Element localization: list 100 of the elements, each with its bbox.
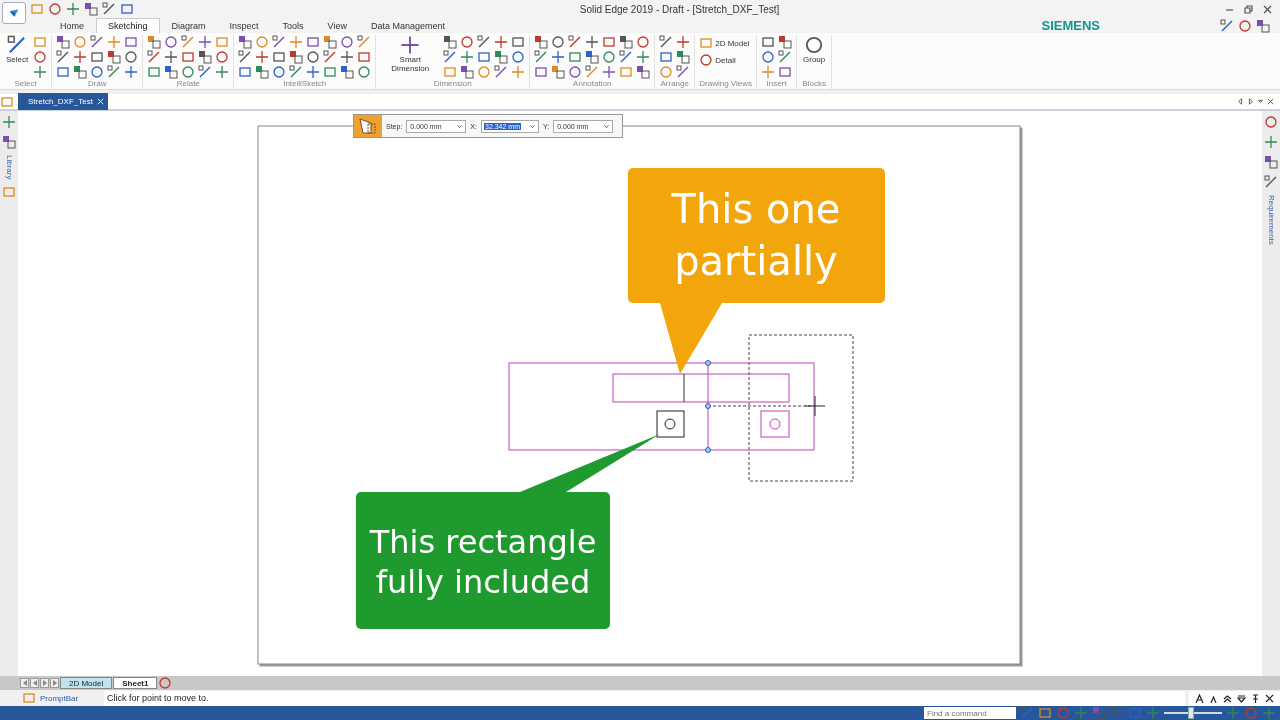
tool-icon[interactable]	[659, 35, 674, 49]
tool-icon[interactable]	[90, 35, 105, 49]
toolbar-icon[interactable]	[120, 2, 134, 16]
first-icon[interactable]	[20, 678, 29, 688]
tool-icon[interactable]	[147, 50, 162, 64]
tool-icon[interactable]	[181, 65, 196, 79]
tool-icon[interactable]	[534, 50, 549, 64]
tool-icon[interactable]	[164, 35, 179, 49]
sheet-tab[interactable]: Sheet1	[113, 677, 158, 689]
slider-thumb[interactable]	[1188, 707, 1195, 719]
tool-icon[interactable]	[494, 50, 509, 64]
tool-icon[interactable]	[272, 65, 287, 79]
close-icon[interactable]	[1263, 4, 1272, 14]
tool-icon[interactable]	[164, 65, 179, 79]
tool-icon[interactable]	[289, 50, 304, 64]
tool-icon[interactable]	[761, 50, 775, 64]
pin-icon[interactable]	[1251, 693, 1260, 703]
scroll-right-icon[interactable]	[1247, 98, 1254, 105]
move-command-icon[interactable]	[354, 115, 382, 137]
tool-icon[interactable]	[585, 35, 600, 49]
panel-icon[interactable]	[1264, 115, 1278, 129]
tool-icon[interactable]	[477, 35, 492, 49]
ribbon-tab[interactable]: Sketching	[96, 18, 160, 33]
next-icon[interactable]	[40, 678, 49, 688]
tool-icon[interactable]	[676, 50, 691, 64]
tool-icon[interactable]	[255, 50, 270, 64]
tool-icon[interactable]	[400, 35, 421, 55]
tool-icon[interactable]	[306, 50, 321, 64]
tool-icon[interactable]	[511, 35, 526, 49]
tool-icon[interactable]	[164, 50, 179, 64]
side-panel-tab[interactable]: Requirements	[1266, 195, 1276, 245]
tool-icon[interactable]	[272, 35, 287, 49]
tool-icon[interactable]	[340, 35, 355, 49]
tool-icon[interactable]	[147, 35, 162, 49]
previous-icon[interactable]	[30, 678, 39, 688]
ribbon-tab[interactable]: Data Management	[358, 18, 457, 33]
tool-icon[interactable]	[215, 50, 230, 64]
ribbon-tab[interactable]: Home	[48, 18, 96, 33]
tool-icon[interactable]	[238, 50, 253, 64]
restore-icon[interactable]	[1244, 4, 1253, 14]
sheet-tab[interactable]: 2D Model	[60, 677, 113, 689]
tool-icon[interactable]	[551, 35, 566, 49]
ribbon-tab[interactable]: View	[315, 18, 359, 33]
ribbon-tab[interactable]: Tools	[270, 18, 316, 33]
tool-icon[interactable]	[124, 50, 139, 64]
panel-icon[interactable]	[1264, 155, 1278, 169]
tool-icon[interactable]	[73, 50, 88, 64]
panel-icon[interactable]	[1264, 175, 1278, 189]
tool-icon[interactable]	[602, 50, 617, 64]
tool-icon[interactable]	[443, 50, 458, 64]
tool-icon[interactable]	[357, 65, 372, 79]
tool-icon[interactable]	[238, 35, 253, 49]
toolbar-icon[interactable]	[1238, 18, 1252, 33]
ribbon-button[interactable]: Detail	[699, 52, 750, 68]
tool-icon[interactable]	[272, 50, 287, 64]
toolbar-icon[interactable]	[1220, 18, 1234, 33]
ribbon-tab[interactable]: Inspect	[217, 18, 271, 33]
application-button[interactable]	[2, 2, 26, 24]
dropdown-icon[interactable]	[1237, 693, 1246, 703]
tool-icon[interactable]	[198, 50, 213, 64]
tool-icon[interactable]	[494, 65, 509, 79]
tool-icon[interactable]	[676, 65, 691, 79]
last-icon[interactable]	[50, 678, 59, 688]
tool-icon[interactable]	[56, 50, 71, 64]
tool-icon[interactable]	[7, 35, 28, 55]
tool-icon[interactable]	[761, 35, 775, 49]
tool-icon[interactable]	[323, 50, 338, 64]
close-icon[interactable]	[1265, 693, 1274, 703]
tool-icon[interactable]	[124, 65, 139, 79]
toolbar-icon[interactable]	[84, 2, 98, 16]
ribbon-button[interactable]: Group	[801, 35, 828, 64]
tool-icon[interactable]	[198, 35, 213, 49]
collapse-icon[interactable]	[1223, 693, 1232, 703]
document-tab[interactable]: Stretch_DXF_Test	[18, 93, 108, 110]
side-panel-tab[interactable]: Library	[4, 155, 14, 180]
tool-icon[interactable]	[804, 35, 825, 55]
close-icon[interactable]	[1267, 98, 1274, 105]
tool-icon[interactable]	[33, 50, 48, 64]
tool-icon[interactable]	[551, 65, 566, 79]
tool-icon[interactable]	[198, 65, 213, 79]
tool-icon[interactable]	[494, 35, 509, 49]
tool-icon[interactable]	[56, 35, 71, 49]
command-search-field[interactable]: Find a command	[924, 707, 1016, 719]
tool-icon[interactable]	[778, 35, 792, 49]
toolbar-icon[interactable]	[48, 2, 62, 16]
view-icon[interactable]	[699, 53, 714, 67]
tool-icon[interactable]	[107, 65, 122, 79]
scroll-left-icon[interactable]	[1237, 98, 1244, 105]
font-larger-icon[interactable]	[1195, 693, 1204, 703]
tool-icon[interactable]	[306, 65, 321, 79]
tool-icon[interactable]	[636, 65, 651, 79]
tool-icon[interactable]	[568, 35, 583, 49]
tool-icon[interactable]	[534, 35, 549, 49]
tool-icon[interactable]	[585, 50, 600, 64]
tool-icon[interactable]	[676, 35, 691, 49]
ribbon-tab[interactable]: Diagram	[159, 18, 218, 33]
font-smaller-icon[interactable]	[1209, 693, 1218, 703]
tool-icon[interactable]	[90, 65, 105, 79]
tool-icon[interactable]	[323, 35, 338, 49]
toolbar-icon[interactable]	[1256, 18, 1270, 33]
